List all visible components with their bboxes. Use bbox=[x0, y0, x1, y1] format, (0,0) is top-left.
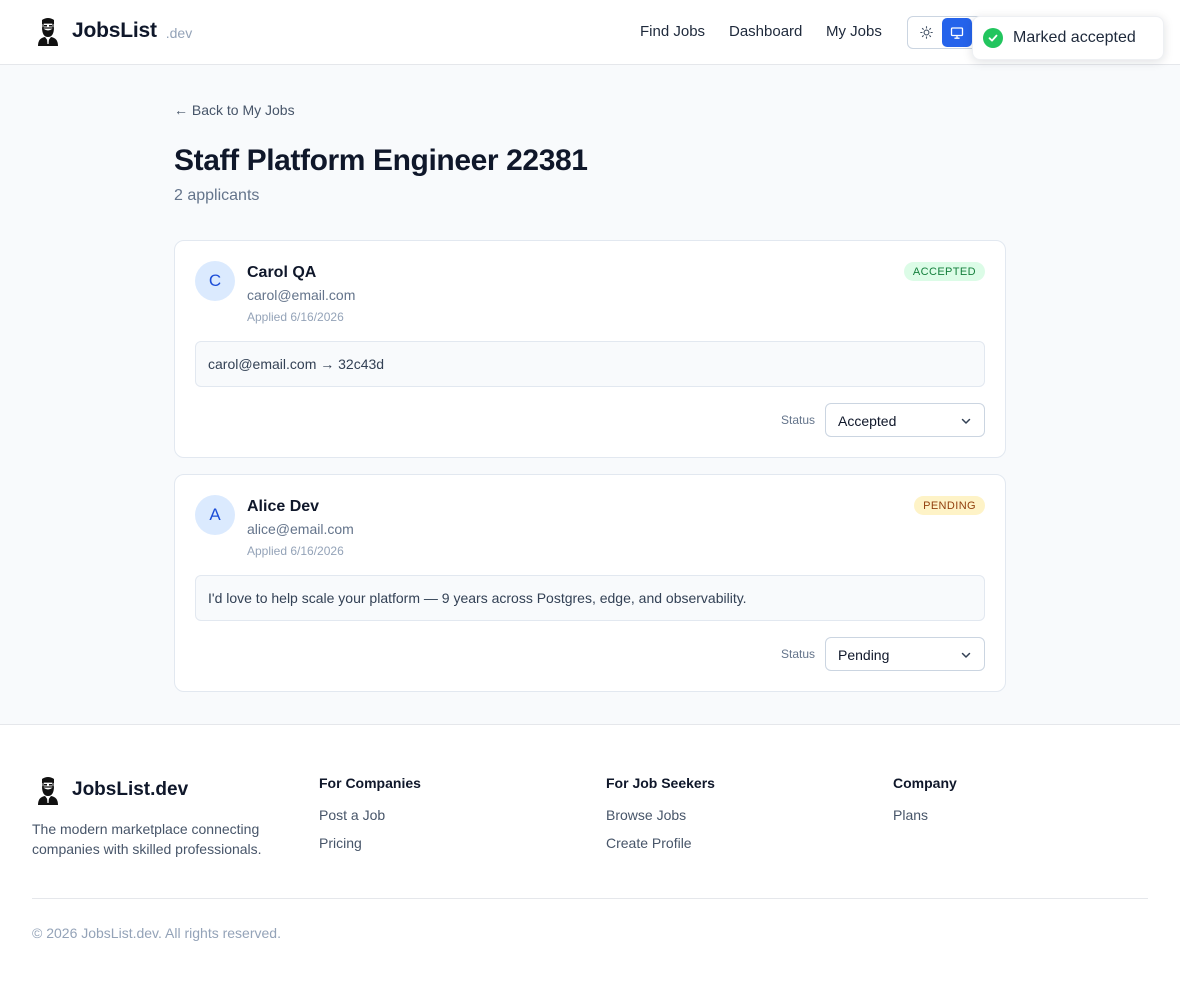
applied-date: Applied 6/16/2026 bbox=[247, 544, 344, 558]
status-select[interactable]: Pending bbox=[825, 637, 985, 671]
sun-icon bbox=[919, 26, 933, 39]
nav-find-jobs[interactable]: Find Jobs bbox=[640, 23, 705, 40]
applicant-name: Carol QA bbox=[247, 264, 317, 281]
applicant-email: carol@email.com bbox=[247, 287, 356, 303]
logo-text: JobsList bbox=[72, 19, 157, 42]
logo-suffix: .dev bbox=[165, 24, 193, 41]
status-badge: PENDING bbox=[914, 496, 985, 515]
footer-column-job-seekers: For Job Seekers Browse Jobs Create Profi… bbox=[606, 775, 715, 851]
footer-link-pricing[interactable]: Pricing bbox=[319, 835, 421, 851]
nav-my-jobs[interactable]: My Jobs bbox=[826, 23, 882, 40]
footer-description: The modern marketplace connecting compan… bbox=[32, 821, 262, 857]
avatar: A bbox=[195, 495, 235, 535]
status-select-value: Accepted bbox=[838, 413, 897, 429]
status-label: Status bbox=[781, 647, 816, 661]
cover-message: carol@email.com → 32c43d bbox=[195, 341, 985, 387]
bearded-man-icon bbox=[38, 777, 58, 805]
status-select[interactable]: Accepted bbox=[825, 403, 985, 437]
chevron-down-icon bbox=[961, 418, 971, 424]
monitor-icon bbox=[950, 26, 964, 39]
back-to-my-jobs-link[interactable]: ← Back to My Jobs bbox=[174, 102, 295, 118]
footer-divider bbox=[32, 898, 1148, 899]
status-select-value: Pending bbox=[838, 647, 890, 663]
footer-heading: For Job Seekers bbox=[606, 775, 715, 791]
footer-heading: Company bbox=[893, 775, 957, 791]
site-footer: JobsList.dev The modern marketplace conn… bbox=[0, 724, 1180, 990]
footer-logo[interactable]: JobsList.dev bbox=[36, 775, 188, 805]
check-circle-icon bbox=[983, 28, 1003, 48]
applicant-count: 2 applicants bbox=[174, 187, 260, 204]
logo-link[interactable]: JobsList .dev bbox=[36, 16, 192, 46]
footer-heading: For Companies bbox=[319, 775, 421, 791]
footer-link-plans[interactable]: Plans bbox=[893, 807, 957, 823]
footer-column-companies: For Companies Post a Job Pricing bbox=[319, 775, 421, 851]
nav-dashboard[interactable]: Dashboard bbox=[729, 23, 802, 40]
footer-column-company: Company Plans bbox=[893, 775, 957, 823]
applied-date: Applied 6/16/2026 bbox=[247, 310, 344, 324]
toast-notification: Marked accepted bbox=[972, 16, 1164, 60]
footer-logo-text: JobsList.dev bbox=[72, 779, 189, 800]
footer-link-post-job[interactable]: Post a Job bbox=[319, 807, 421, 823]
avatar: C bbox=[195, 261, 235, 301]
chevron-down-icon bbox=[961, 652, 971, 658]
theme-system-button[interactable] bbox=[942, 18, 972, 47]
bearded-man-icon bbox=[38, 18, 58, 46]
applicant-card: A Alice Dev alice@email.com Applied 6/16… bbox=[174, 474, 1006, 692]
status-label: Status bbox=[781, 413, 816, 427]
applicant-card: C Carol QA carol@email.com Applied 6/16/… bbox=[174, 240, 1006, 458]
toast-message: Marked accepted bbox=[1013, 29, 1136, 46]
cover-message: I'd love to help scale your platform — 9… bbox=[195, 575, 985, 621]
page-title: Staff Platform Engineer 22381 bbox=[174, 144, 588, 177]
theme-light-button[interactable] bbox=[911, 18, 941, 47]
footer-link-browse-jobs[interactable]: Browse Jobs bbox=[606, 807, 715, 823]
applicant-name: Alice Dev bbox=[247, 498, 320, 515]
applicant-email: alice@email.com bbox=[247, 521, 354, 537]
footer-link-create-profile[interactable]: Create Profile bbox=[606, 835, 715, 851]
status-badge: ACCEPTED bbox=[903, 262, 985, 281]
copyright: © 2026 JobsList.dev. All rights reserved… bbox=[32, 925, 281, 941]
